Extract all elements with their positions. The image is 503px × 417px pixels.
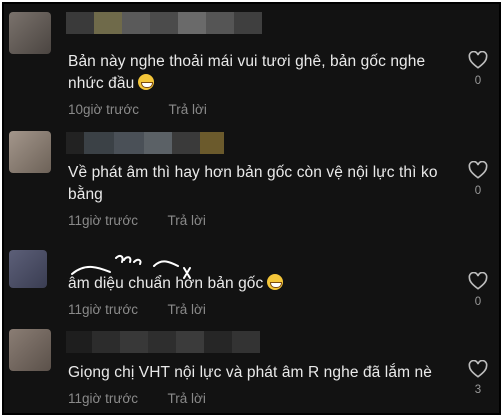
comment-text-line: Về phát âm thì hay hơn bản gốc còn vệ nộ… <box>68 164 438 181</box>
username-blurred[interactable] <box>66 12 262 34</box>
reply-button[interactable]: Trả lời <box>169 102 207 117</box>
timestamp: 11giờ trước <box>68 391 139 406</box>
heart-outline-icon <box>468 272 488 290</box>
like-button[interactable]: 0 <box>464 51 492 87</box>
comment-meta: 11giờ trước Trả lời <box>68 391 206 406</box>
like-count: 0 <box>474 296 482 308</box>
comment-meta: 11giờ trước Trả lời <box>68 213 206 228</box>
heart-outline-icon <box>468 51 488 69</box>
like-count: 0 <box>474 185 482 197</box>
reply-button[interactable]: Trả lời <box>168 213 206 228</box>
timestamp: 11giờ trước <box>68 302 139 317</box>
timestamp: 10giờ trước <box>68 102 140 117</box>
comment-text-line: Bản này nghe thoải mái vui tươi ghê, bản… <box>68 53 426 70</box>
comment-text-line: âm diệu chuẩn hơn bản gốc <box>68 275 264 292</box>
avatar[interactable] <box>9 12 51 54</box>
comment-text: Về phát âm thì hay hơn bản gốc còn vệ nộ… <box>68 162 438 206</box>
comment-text: Giọng chị VHT nội lực và phát âm R nghe … <box>68 362 432 384</box>
like-count: 3 <box>474 384 482 396</box>
comment-meta: 11giờ trước Trả lời <box>68 302 206 317</box>
like-count: 0 <box>474 75 482 87</box>
comment-meta: 10giờ trước Trả lời <box>68 102 207 117</box>
grinning-face-icon <box>267 274 284 290</box>
like-button[interactable]: 3 <box>464 360 492 396</box>
avatar[interactable] <box>9 131 51 173</box>
comment-text-line: Giọng chị VHT nội lực và phát âm R nghe … <box>68 364 432 381</box>
timestamp: 11giờ trước <box>68 213 139 228</box>
grinning-face-icon <box>138 74 155 90</box>
username-blurred[interactable] <box>66 331 260 353</box>
comment-text: Bản này nghe thoải mái vui tươi ghê, bản… <box>68 51 425 95</box>
comment-text-line: bằng <box>68 186 103 203</box>
like-button[interactable]: 0 <box>464 161 492 197</box>
comment-text: âm diệu chuẩn hơn bản gốc <box>68 273 284 295</box>
username-blurred[interactable] <box>66 132 224 154</box>
heart-outline-icon <box>468 360 488 378</box>
reply-button[interactable]: Trả lời <box>168 302 206 317</box>
like-button[interactable]: 0 <box>464 272 492 308</box>
avatar[interactable] <box>9 250 47 288</box>
reply-button[interactable]: Trả lời <box>168 391 206 406</box>
heart-outline-icon <box>468 161 488 179</box>
avatar[interactable] <box>9 329 51 371</box>
comment-text-line: nhức đầu <box>68 75 135 92</box>
comments-panel: Bản này nghe thoải mái vui tươi ghê, bản… <box>2 2 501 415</box>
